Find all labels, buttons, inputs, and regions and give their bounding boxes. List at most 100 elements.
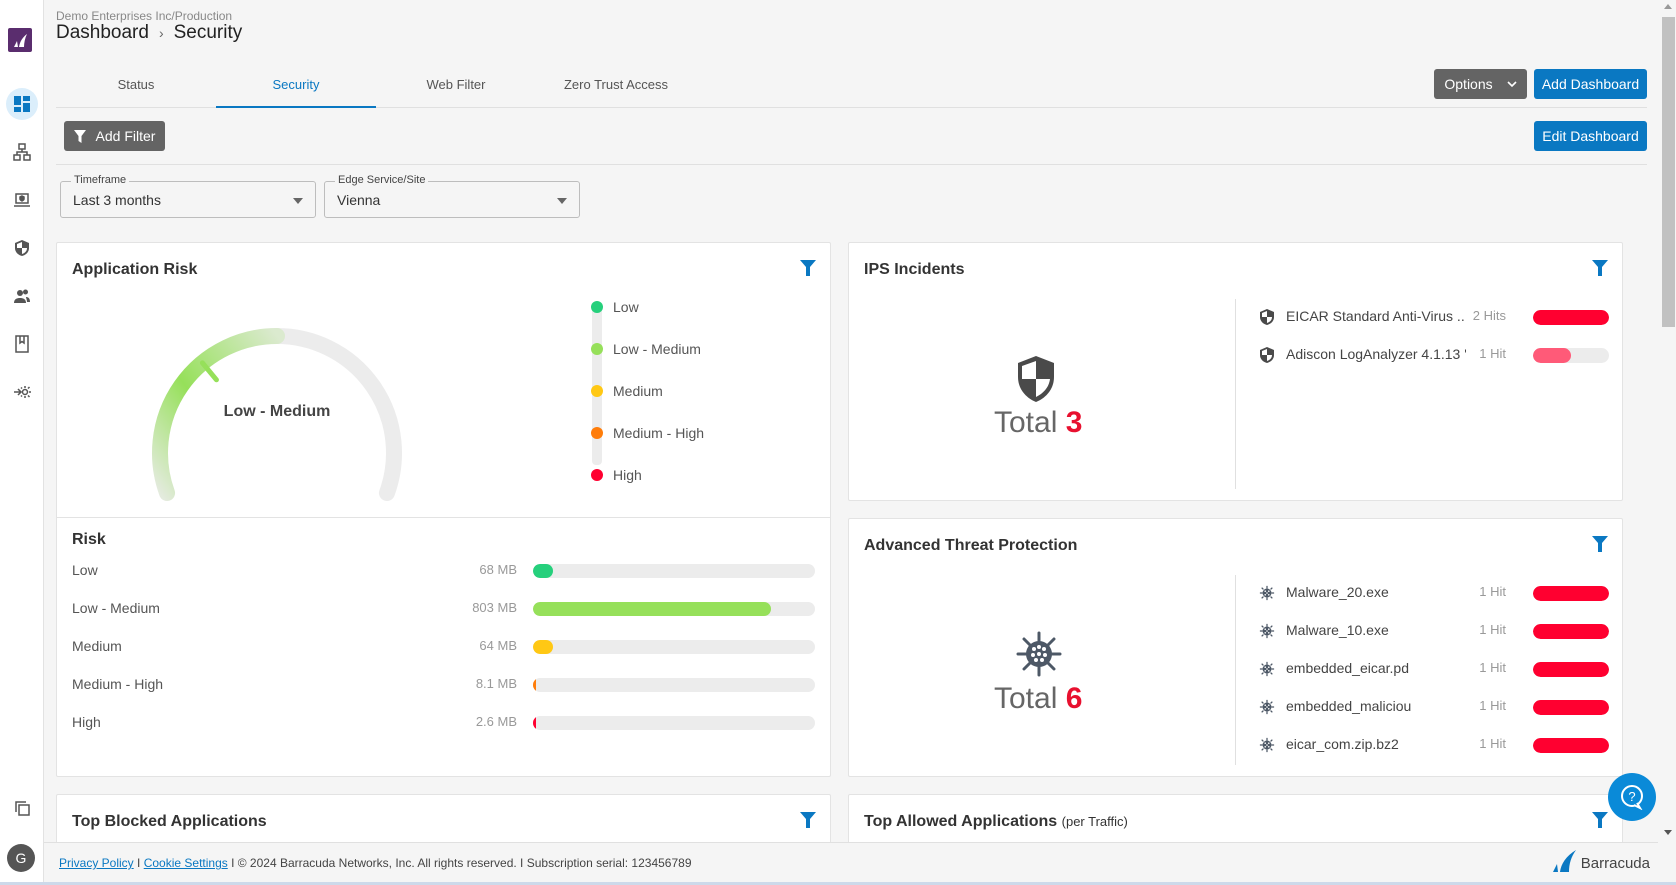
scrollbar-thumb[interactable] [1662, 17, 1675, 327]
risk-row-size: 803 MB [472, 600, 517, 615]
shield-icon [15, 240, 29, 256]
users-icon [14, 289, 30, 303]
avatar[interactable]: G [7, 844, 35, 872]
risk-row-label: High [72, 714, 101, 730]
item-hits: 1 Hit [1479, 346, 1506, 361]
item-hits: 1 Hit [1479, 622, 1506, 637]
hit-bar-fill [1533, 662, 1609, 677]
threat-row[interactable]: embedded_maliciou 1 Hit [1259, 697, 1609, 717]
barracuda-logo-icon [1552, 850, 1576, 872]
legend-item-low-medium: Low - Medium [589, 341, 701, 357]
book-icon [15, 335, 29, 353]
hit-bar-fill [1533, 624, 1609, 639]
risk-row: Medium 64 MB [72, 637, 817, 657]
threat-row[interactable]: Malware_10.exe 1 Hit [1259, 621, 1609, 641]
tab-web-filter[interactable]: Web Filter [376, 66, 536, 108]
filter-icon [73, 129, 86, 143]
sidebar-item-network[interactable] [6, 136, 38, 168]
advanced-threat-protection-card: Advanced Threat Protection Total 6 Malwa… [848, 518, 1623, 777]
atp-total: Total 6 [994, 682, 1083, 715]
risk-row: High 2.6 MB [72, 713, 817, 733]
laptop-shield-icon [14, 193, 30, 207]
filter-icon[interactable] [1592, 812, 1608, 828]
item-hits: 1 Hit [1479, 660, 1506, 675]
filter-icon[interactable] [800, 812, 816, 828]
ips-incident-row[interactable]: EICAR Standard Anti-Virus ... 2 Hits [1259, 307, 1609, 327]
atp-total-count: 6 [1065, 682, 1083, 715]
ips-incidents-title: IPS Incidents [864, 261, 965, 278]
section-divider [57, 517, 830, 518]
risk-row-label: Low [72, 562, 98, 578]
breadcrumb: Dashboard › Security [56, 22, 242, 44]
hit-bar-fill [1533, 310, 1609, 325]
options-label: Options [1444, 76, 1493, 92]
threat-row[interactable]: embedded_eicar.pd 1 Hit [1259, 659, 1609, 679]
vertical-scrollbar[interactable] [1660, 0, 1676, 842]
network-icon [13, 143, 31, 161]
privacy-policy-link[interactable]: Privacy Policy [59, 856, 134, 870]
toolbar-divider [56, 164, 1647, 165]
sidebar-item-logs[interactable] [6, 328, 38, 360]
threat-row[interactable]: Malware_20.exe 1 Hit [1259, 583, 1609, 603]
filter-icon[interactable] [1592, 536, 1608, 552]
hit-bar-track [1533, 348, 1609, 363]
help-chat-icon: ? [1621, 785, 1643, 810]
tab-security[interactable]: Security [216, 66, 376, 108]
add-dashboard-button[interactable]: Add Dashboard [1534, 69, 1647, 99]
breadcrumb-separator: › [158, 25, 164, 41]
legend-item-medium: Medium [589, 383, 663, 399]
risk-row: Low 68 MB [72, 561, 817, 581]
copy-icon [15, 801, 30, 816]
dashboard-icon [14, 96, 30, 112]
filter-icon[interactable] [800, 260, 816, 276]
top-allowed-subtitle: (per Traffic) [1061, 814, 1128, 829]
legend-dot [591, 469, 603, 481]
risk-row-size: 8.1 MB [475, 676, 517, 691]
ips-total: Total 3 [994, 406, 1083, 439]
main-content: Demo Enterprises Inc/Production Dashboar… [44, 0, 1658, 885]
application-risk-card: Application Risk Low - Medium Low Low - … [56, 242, 831, 777]
timeframe-select[interactable]: Timeframe Last 3 months [60, 174, 316, 218]
sidebar-item-users[interactable] [6, 280, 38, 312]
add-filter-label: Add Filter [95, 128, 156, 144]
sidebar-item-integration[interactable] [6, 376, 38, 408]
add-filter-button[interactable]: Add Filter [64, 121, 165, 151]
barracuda-logo[interactable] [8, 28, 32, 52]
ips-incident-row[interactable]: Adiscon LogAnalyzer 4.1.13 '... 1 Hit [1259, 345, 1609, 365]
shield-icon [1260, 309, 1274, 325]
sidebar-item-security[interactable] [6, 232, 38, 264]
footer: Privacy Policy I Cookie Settings I © 202… [44, 842, 1658, 882]
org-path: Demo Enterprises Inc/Production [56, 9, 233, 23]
filter-icon[interactable] [1592, 260, 1608, 276]
scroll-up-arrow[interactable] [1664, 4, 1672, 9]
cookie-settings-link[interactable]: Cookie Settings [144, 856, 228, 870]
risk-row-label: Low - Medium [72, 600, 160, 616]
virus-icon [1016, 631, 1062, 677]
help-button[interactable]: ? [1608, 773, 1656, 821]
legend-dot [591, 343, 603, 355]
item-name: Adiscon LogAnalyzer 4.1.13 '... [1286, 346, 1466, 362]
risk-row: Medium - High 8.1 MB [72, 675, 817, 695]
threat-row[interactable]: eicar_com.zip.bz2 1 Hit [1259, 735, 1609, 755]
hit-bar-track [1533, 624, 1609, 639]
sidebar-item-dashboard[interactable] [6, 88, 38, 120]
risk-row: Low - Medium 803 MB [72, 599, 817, 619]
sidebar-item-copy[interactable] [6, 792, 38, 824]
sidebar-item-devices[interactable] [6, 184, 38, 216]
edit-dashboard-button[interactable]: Edit Dashboard [1534, 121, 1647, 151]
caret-down-icon [293, 198, 303, 204]
shield-icon [1260, 347, 1274, 363]
application-risk-title: Application Risk [72, 261, 198, 278]
tab-status[interactable]: Status [56, 66, 216, 108]
hit-bar-track [1533, 700, 1609, 715]
scroll-down-arrow[interactable] [1664, 830, 1672, 835]
options-button[interactable]: Options [1434, 69, 1527, 99]
edge-service-select[interactable]: Edge Service/Site Vienna [324, 174, 580, 218]
dashboard-tabs: Status Security Web Filter Zero Trust Ac… [56, 66, 1647, 108]
tab-zero-trust-access[interactable]: Zero Trust Access [536, 66, 696, 108]
risk-bar-fill [533, 564, 554, 578]
risk-bar-track [533, 678, 815, 692]
vertical-divider [1235, 299, 1236, 489]
integration-gear-icon [14, 386, 31, 398]
breadcrumb-dashboard[interactable]: Dashboard [56, 22, 149, 44]
